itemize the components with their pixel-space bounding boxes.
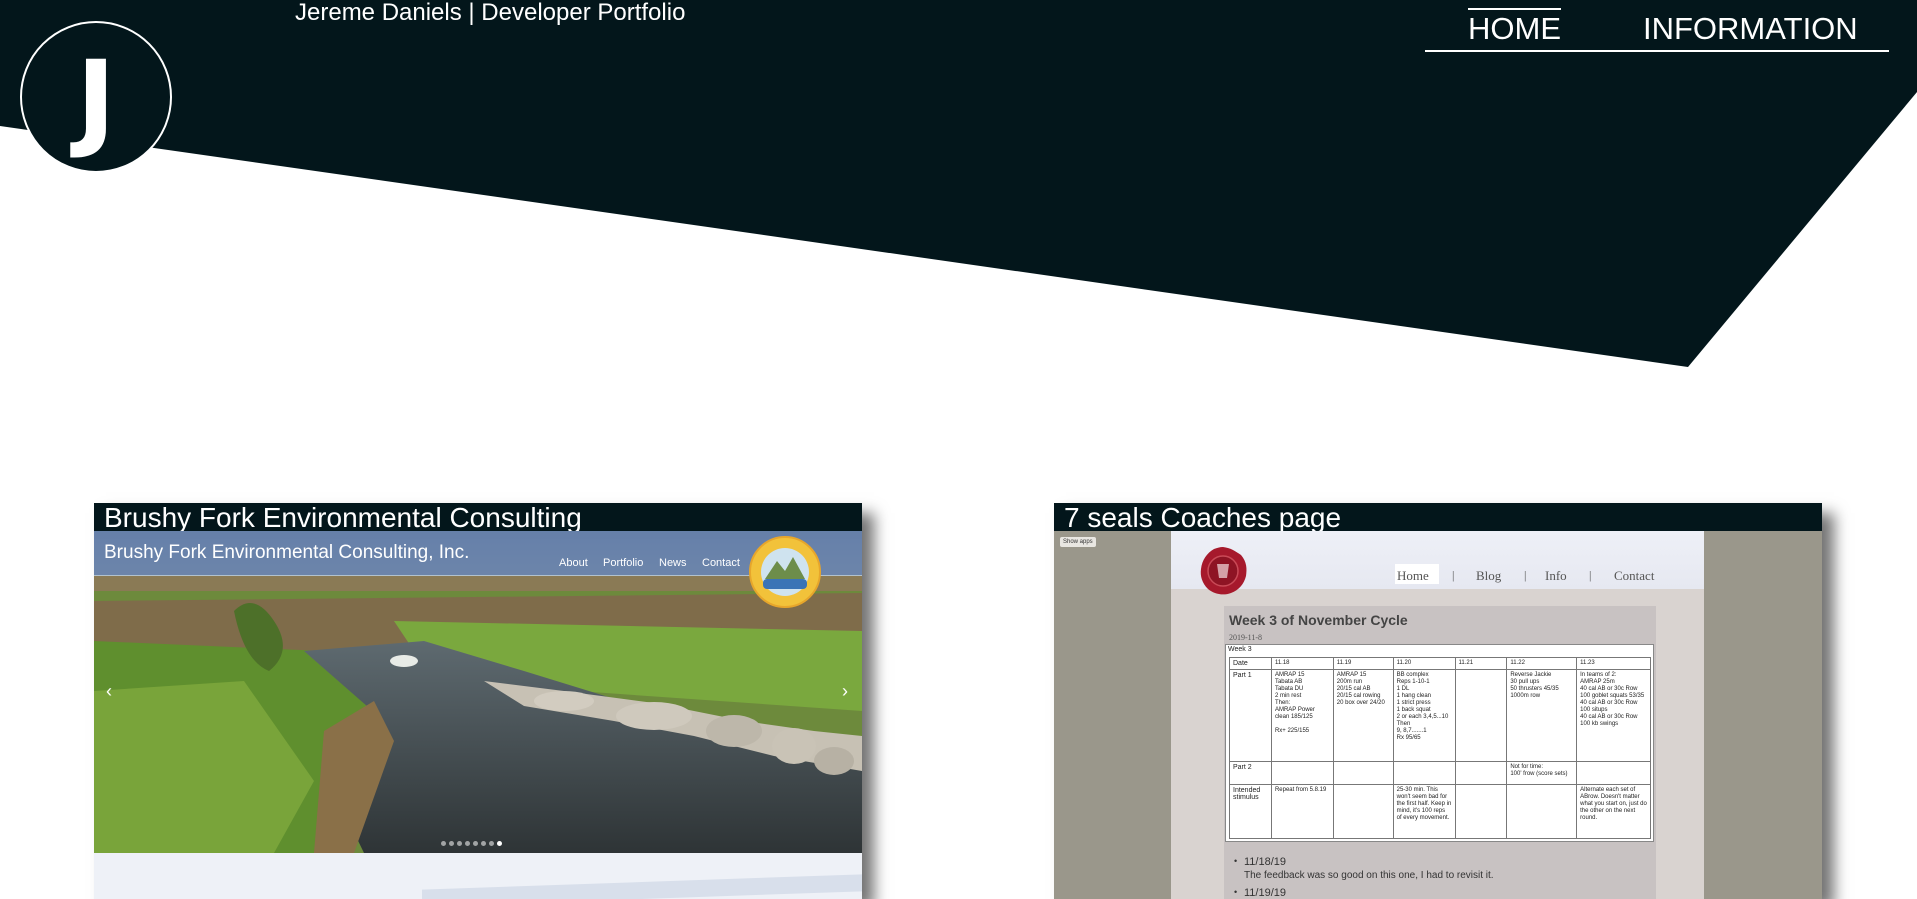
table-cell	[1454, 669, 1508, 762]
table-row: Intended stimulus Repeat from 5.8.19 25-…	[1229, 783, 1651, 840]
table-cell: AMRAP 15 Tabata AB Tabata DU 2 min rest …	[1270, 669, 1334, 762]
table-cell: BB complex Reps 1-10-1 1 DL 1 hang clean…	[1392, 669, 1456, 762]
table-cell	[1506, 783, 1578, 840]
table-header-cell: 11.21	[1454, 656, 1508, 671]
row-label: Intended stimulus	[1229, 783, 1272, 840]
list-item-date: 11/19/19	[1234, 887, 1494, 899]
project-screenshot[interactable]: Brushy Fork Environmental Consulting, In…	[94, 531, 862, 899]
nav-separator: |	[1524, 568, 1527, 582]
project-title: Brushy Fork Environmental Consulting	[104, 503, 582, 533]
table-cell: Alternate each set of ABrow. Doesn't mat…	[1576, 783, 1651, 840]
row-label: Part 2	[1229, 761, 1272, 785]
carousel-indicators	[441, 841, 502, 846]
carousel-dot	[441, 841, 446, 846]
carousel-next-icon: ›	[842, 681, 848, 701]
menu-portfolio: Portfolio	[603, 557, 644, 569]
table-cell: Not for time: 100' frow (score sets)	[1506, 761, 1578, 785]
table-header-cell: 11.22	[1506, 656, 1578, 671]
list-item-text: The feedback was so good on this one, I …	[1244, 870, 1494, 881]
table-cell	[1332, 783, 1394, 840]
site-page: Home | Blog | Info | Contact Week 3 of N…	[1171, 531, 1704, 899]
table-cell	[1454, 761, 1508, 785]
site-brand: Brushy Fork Environmental Consulting, In…	[104, 542, 470, 563]
header-background	[0, 0, 1917, 367]
carousel-dot	[497, 841, 502, 846]
table-cell: Repeat from 5.8.19	[1270, 783, 1334, 840]
table-cell	[1332, 761, 1394, 785]
nav-separator: |	[1589, 568, 1592, 582]
row-label: Part 1	[1229, 669, 1272, 762]
brushy-fork-badge-icon	[749, 536, 821, 608]
table-header-cell: Date	[1229, 656, 1272, 671]
nav-separator: |	[1452, 568, 1455, 582]
workout-table-container: Week 3 Date 11.18 11.19 11.20 11.21 11.2…	[1225, 644, 1654, 842]
wax-seal-icon	[1200, 547, 1247, 595]
table-header-cell: 11.23	[1576, 656, 1651, 671]
post-date: 2019-11-8	[1229, 633, 1263, 642]
table-header-cell: 11.20	[1392, 656, 1456, 671]
carousel-dot	[465, 841, 470, 846]
menu-about: About	[559, 557, 588, 569]
table-row: Part 1 AMRAP 15 Tabata AB Tabata DU 2 mi…	[1229, 669, 1651, 762]
post-heading: Week 3 of November Cycle	[1229, 612, 1408, 628]
site-title: Jereme Daniels | Developer Portfolio	[295, 0, 686, 26]
site-nav-home: Home	[1397, 568, 1429, 583]
project-card-7-seals[interactable]: 7 seals Coaches page Show apps Home | Bl…	[1054, 503, 1822, 899]
carousel-prev-icon: ‹	[106, 681, 112, 701]
blog-post: Week 3 of November Cycle 2019-11-8 Week …	[1224, 606, 1656, 899]
table-cell: In teams of 2: AMRAP 25m 40 cal AB or 30…	[1576, 669, 1651, 762]
table-header-cell: 11.19	[1332, 656, 1394, 671]
table-cell: Reverse Jackie 30 pull ups 50 thrusters …	[1506, 669, 1578, 762]
week-label: Week 3	[1228, 646, 1252, 653]
list-item-date: 11/18/19	[1234, 856, 1494, 868]
table-row: Part 2 Not for time: 100' frow (score se…	[1229, 761, 1651, 785]
table-header-row: Date 11.18 11.19 11.20 11.21 11.22 11.23	[1229, 656, 1651, 671]
site-nav-blog: Blog	[1476, 568, 1502, 583]
carousel-dot	[457, 841, 462, 846]
table-cell: AMRAP 15 200m run 20/15 cal AB 20/15 cal…	[1332, 669, 1394, 762]
project-screenshot[interactable]: Show apps Home | Blog | Info | Contact W…	[1054, 531, 1822, 899]
carousel-dot	[481, 841, 486, 846]
project-card-brushy-fork[interactable]: Brushy Fork Environmental Consulting Bru…	[94, 503, 862, 899]
menu-contact: Contact	[702, 557, 740, 569]
logo-letter: J	[76, 38, 116, 161]
carousel-dot	[473, 841, 478, 846]
table-cell	[1392, 761, 1456, 785]
table-cell	[1576, 761, 1651, 785]
table-cell	[1270, 761, 1334, 785]
show-apps-button: Show apps	[1060, 537, 1096, 547]
table-header-cell: 11.18	[1270, 656, 1334, 671]
table-cell	[1454, 783, 1508, 840]
table-cell: 25-30 min. This won't seem bad for the f…	[1392, 783, 1456, 840]
carousel-dot	[449, 841, 454, 846]
workout-table: Date 11.18 11.19 11.20 11.21 11.22 11.23…	[1229, 656, 1651, 840]
main-nav: HOME INFORMATION	[1425, 8, 1889, 52]
carousel-dot	[489, 841, 494, 846]
site-nav-info: Info	[1545, 568, 1567, 583]
nav-home-link[interactable]: HOME	[1468, 8, 1561, 46]
menu-news: News	[659, 557, 687, 569]
post-list: 11/18/19 The feedback was so good on thi…	[1234, 856, 1494, 899]
logo[interactable]: J	[20, 21, 172, 173]
nav-information-link[interactable]: INFORMATION	[1643, 12, 1858, 46]
project-title: 7 seals Coaches page	[1064, 503, 1342, 533]
site-nav-contact: Contact	[1614, 568, 1655, 583]
